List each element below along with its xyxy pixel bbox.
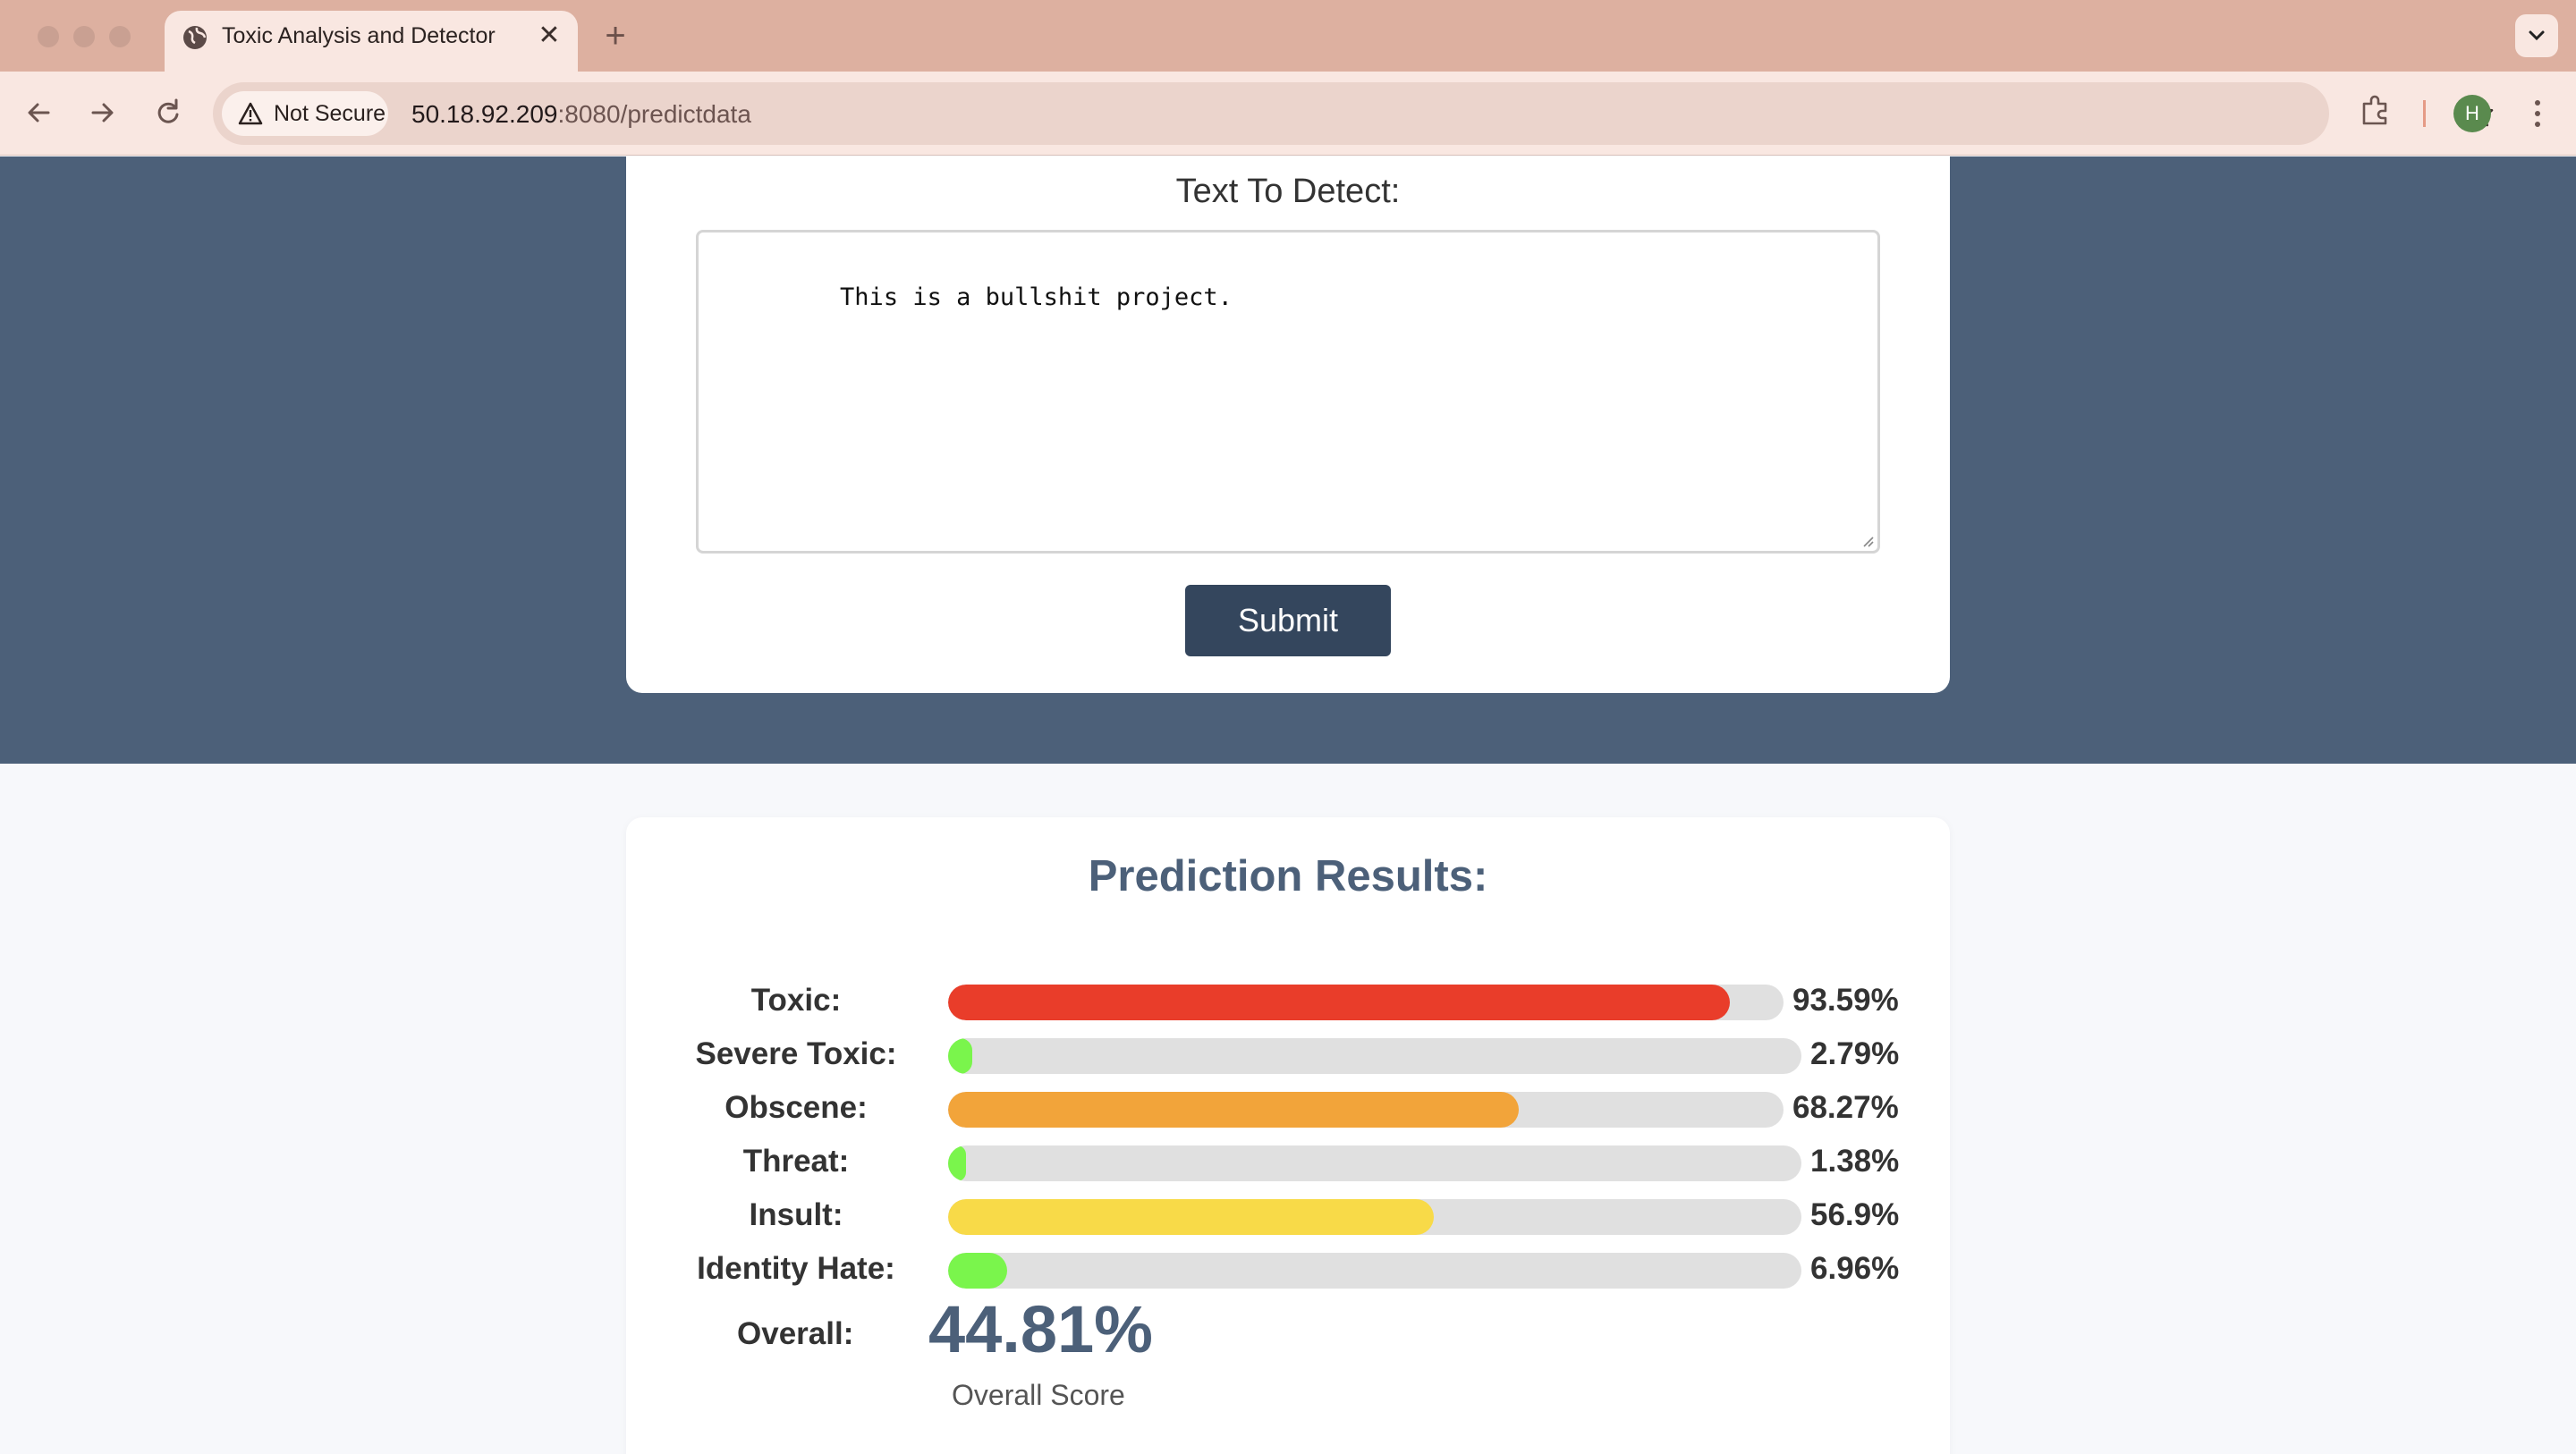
score-value: 56.9%: [1810, 1197, 1900, 1232]
profile-avatar[interactable]: H: [2453, 95, 2491, 132]
result-label: Severe Toxic:: [695, 1036, 897, 1071]
result-row: Toxic: 93.59%: [626, 974, 1950, 1027]
score-value: 1.38%: [1810, 1144, 1900, 1179]
result-label: Insult:: [749, 1197, 843, 1232]
toolbar-separator: [2423, 100, 2426, 127]
result-row: Identity Hate: 6.96%: [626, 1242, 1950, 1296]
text-to-detect-label: Text To Detect:: [1175, 173, 1401, 210]
overall-label: Overall:: [737, 1316, 854, 1351]
overall-score-caption: Overall Score: [952, 1379, 1125, 1411]
result-label: Identity Hate:: [697, 1251, 895, 1286]
close-tab-icon[interactable]: ✕: [533, 20, 565, 52]
score-value: 2.79%: [1810, 1036, 1900, 1071]
score-bar-track: [948, 985, 1784, 1020]
score-value: 6.96%: [1810, 1251, 1900, 1286]
address-bar[interactable]: Not Secure 50.18.92.209:8080/predictdata: [213, 82, 2494, 145]
score-bar-fill: [948, 1092, 1519, 1128]
score-bar-track: [948, 1092, 1784, 1128]
page-viewport: Text To Detect: This is a bullshit proje…: [0, 156, 2576, 1454]
extensions-icon[interactable]: [2356, 91, 2395, 131]
browser-tab-strip: Toxic Analysis and Detector ✕ +: [0, 0, 2576, 72]
hero-section: Text To Detect: This is a bullshit proje…: [0, 156, 2576, 764]
browser-tab[interactable]: Toxic Analysis and Detector ✕: [165, 11, 578, 72]
new-tab-button[interactable]: +: [597, 16, 633, 55]
submit-button[interactable]: Submit: [1185, 585, 1391, 656]
url-path: :8080/predictdata: [557, 100, 751, 128]
result-label: Obscene:: [724, 1090, 868, 1125]
result-row: Severe Toxic: 2.79%: [626, 1027, 1950, 1081]
score-bar-track: [948, 1145, 1801, 1181]
zoom-window-button[interactable]: [109, 26, 131, 47]
score-bar-fill: [948, 1038, 972, 1074]
score-bar-track: [948, 1253, 1801, 1289]
results-title: Prediction Results:: [1088, 852, 1488, 900]
score-bar-fill: [948, 1145, 966, 1181]
result-label: Threat:: [742, 1144, 850, 1179]
results-card: Prediction Results: Toxic: 93.59% Severe T…: [626, 817, 1950, 1454]
score-bar-fill: [948, 1253, 1007, 1289]
minimize-window-button[interactable]: [73, 26, 95, 47]
tab-title: Toxic Analysis and Detector: [222, 23, 496, 48]
browser-toolbar: Not Secure 50.18.92.209:8080/predictdata…: [0, 72, 2576, 156]
result-row: Threat: 1.38%: [626, 1135, 1950, 1188]
not-secure-label: Not Secure: [274, 101, 386, 126]
back-icon[interactable]: [18, 91, 61, 134]
text-input[interactable]: This is a bullshit project.: [696, 230, 1880, 554]
forward-icon[interactable]: [80, 91, 123, 134]
resize-handle-icon[interactable]: [1860, 533, 1874, 547]
tab-search-button[interactable]: [2515, 14, 2558, 57]
result-row: Obscene: 68.27%: [626, 1081, 1950, 1135]
score-value: 93.59%: [1792, 983, 1899, 1018]
input-card: Text To Detect: This is a bullshit proje…: [626, 156, 1950, 693]
url-host: 50.18.92.209: [411, 100, 558, 128]
score-value: 68.27%: [1792, 1090, 1899, 1125]
reload-icon[interactable]: [147, 91, 190, 134]
result-row: Insult: 56.9%: [626, 1188, 1950, 1242]
url-text[interactable]: 50.18.92.209:8080/predictdata: [411, 100, 751, 129]
score-bar-track: [948, 1038, 1801, 1074]
score-bar-fill: [948, 985, 1730, 1020]
overall-score-value: 44.81%: [928, 1292, 1153, 1366]
chevron-down-icon: [2529, 30, 2545, 41]
globe-icon: [183, 26, 207, 49]
warning-icon: [238, 102, 263, 125]
score-bar-track: [948, 1199, 1801, 1235]
more-menu-icon[interactable]: [2524, 95, 2551, 132]
score-bar-fill: [948, 1199, 1434, 1235]
close-window-button[interactable]: [38, 26, 59, 47]
result-label: Toxic:: [750, 983, 842, 1018]
text-input-value: This is a bullshit project.: [840, 283, 1233, 311]
